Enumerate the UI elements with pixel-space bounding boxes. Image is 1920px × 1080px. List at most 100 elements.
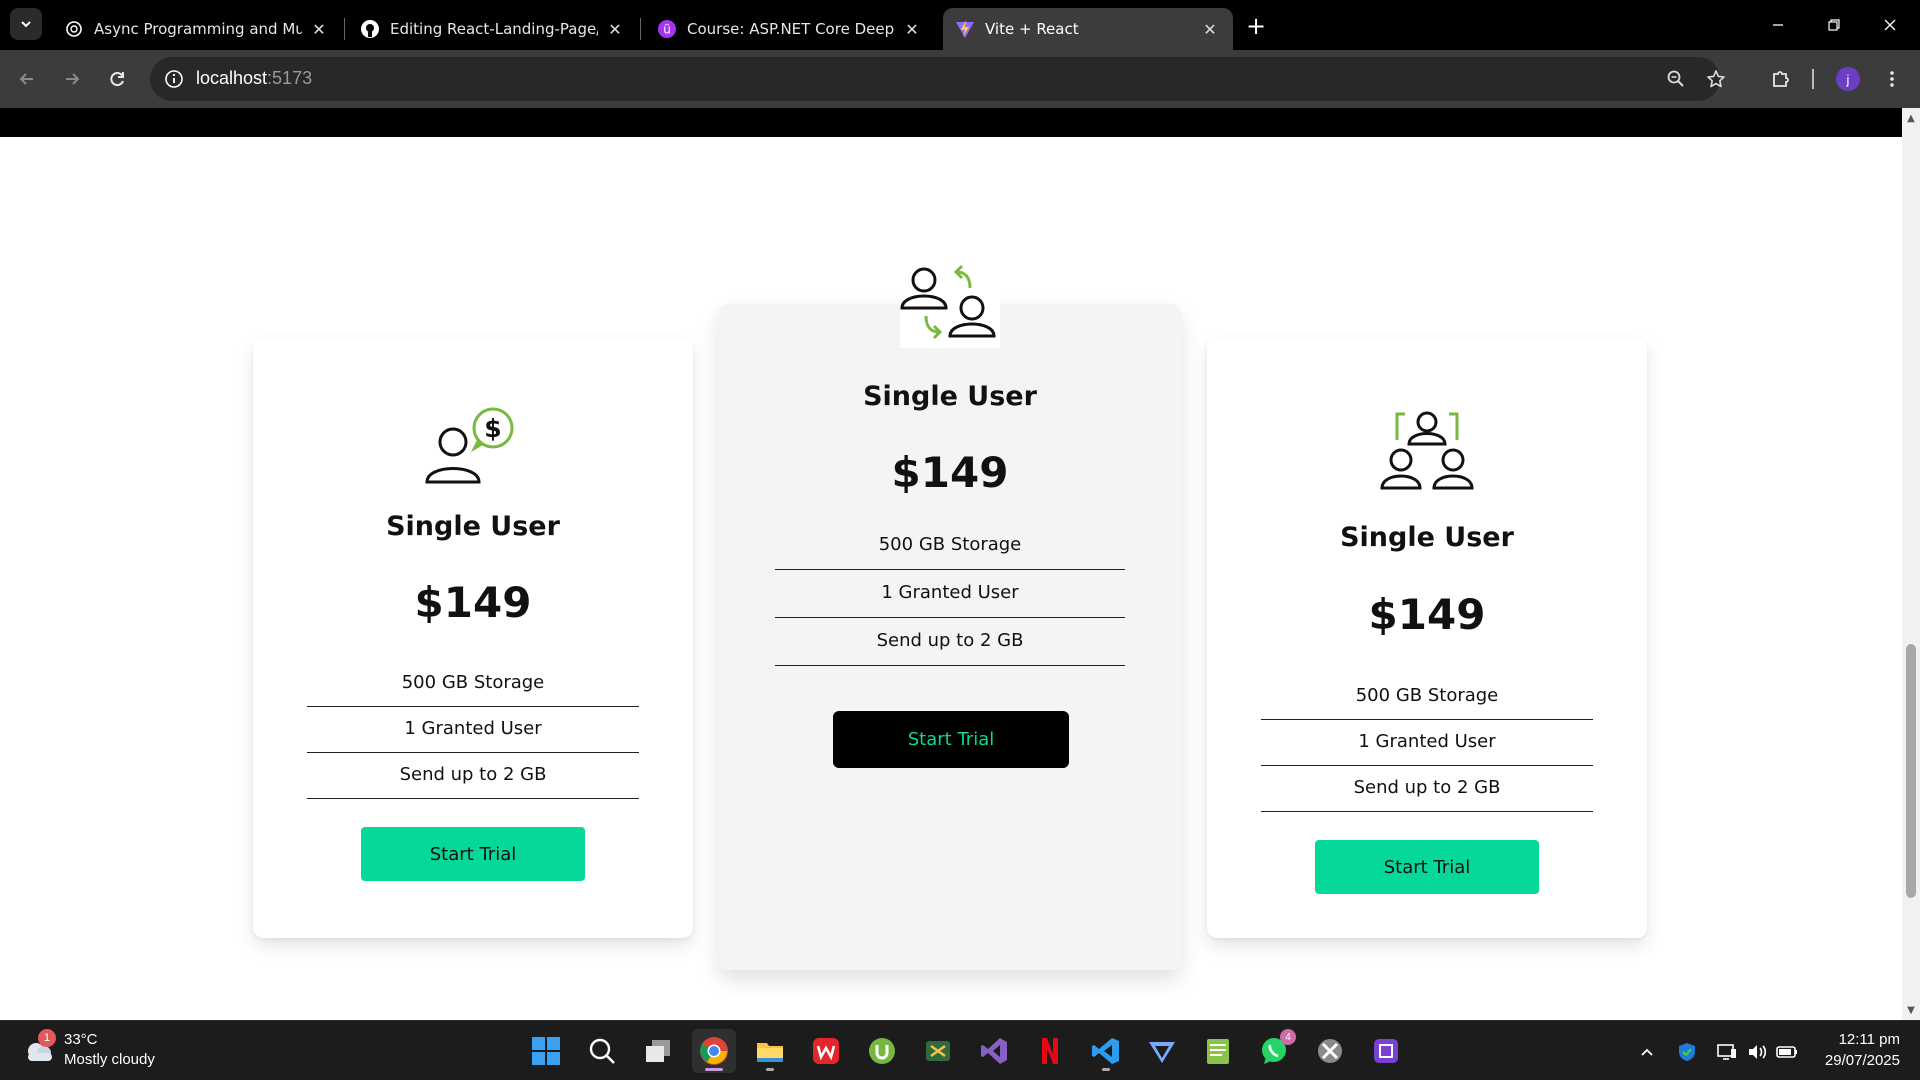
notepad-taskbar-app[interactable] [1196, 1029, 1240, 1073]
restore-button[interactable] [1806, 0, 1862, 50]
plan-price: $149 [1368, 590, 1486, 639]
pricing-card-3: Single User $149 500 GB Storage 1 Grante… [1207, 338, 1647, 938]
close-window-button[interactable] [1862, 0, 1918, 50]
pricing-card-1: $ Single User $149 500 GB Storage 1 Gran… [253, 338, 693, 938]
page-viewport: $ Single User $149 500 GB Storage 1 Gran… [0, 108, 1902, 1020]
task-view-button[interactable] [636, 1029, 680, 1073]
user-dollar-icon: $ [423, 406, 523, 486]
system-clock[interactable]: 12:11 pm 29/07/2025 [1800, 1029, 1900, 1071]
vite-icon [955, 19, 975, 39]
weather-temp: 33°C [64, 1031, 98, 1048]
url-port: :5173 [267, 68, 313, 88]
chevron-up-icon [1641, 1048, 1653, 1056]
defender-tray-icon[interactable] [1674, 1039, 1700, 1065]
chip-icon [1374, 1039, 1398, 1063]
feature-item: 1 Granted User [775, 570, 1125, 618]
chevron-down-icon [21, 21, 31, 28]
address-bar[interactable]: localhost:5173 [150, 57, 1725, 101]
scroll-down-arrow[interactable]: ▼ [1906, 1005, 1916, 1016]
volume-tray-icon[interactable] [1744, 1039, 1770, 1065]
minimize-button[interactable] [1750, 0, 1806, 50]
netflix-taskbar-app[interactable] [1028, 1029, 1072, 1073]
xbox-icon [1318, 1039, 1342, 1063]
svg-text:ü: ü [663, 23, 671, 37]
feature-item: Send up to 2 GB [307, 753, 639, 799]
tab-aspnet-course[interactable]: ü Course: ASP.NET Core Deep-Div ✕ [645, 8, 935, 50]
address-text[interactable]: localhost:5173 [196, 68, 312, 89]
chip-app-taskbar-app[interactable] [1364, 1029, 1408, 1073]
tab-title: Vite + React [985, 20, 1079, 38]
battery-tray-icon[interactable] [1774, 1039, 1800, 1065]
chrome-taskbar-app[interactable] [692, 1029, 736, 1073]
visual-studio-taskbar-app[interactable] [972, 1029, 1016, 1073]
tab-editing-readme[interactable]: Editing React-Landing-Page/RE ✕ [348, 8, 638, 50]
netflix-icon [1042, 1038, 1058, 1064]
scroll-thumb[interactable] [1906, 644, 1916, 898]
start-trial-button[interactable]: Start Trial [833, 711, 1069, 768]
start-trial-button[interactable]: Start Trial [361, 827, 585, 881]
xbox-taskbar-app[interactable] [1308, 1029, 1352, 1073]
back-button[interactable] [10, 62, 44, 96]
tab-vite-react[interactable]: Vite + React ✕ [943, 8, 1233, 50]
feature-item: Send up to 2 GB [775, 618, 1125, 666]
search-icon [589, 1038, 615, 1064]
running-indicator [1102, 1068, 1110, 1071]
show-hidden-icons[interactable] [1634, 1039, 1660, 1065]
close-icon[interactable]: ✕ [308, 18, 330, 40]
profile-avatar[interactable]: j [1836, 67, 1860, 91]
arrow-right-icon [66, 73, 80, 85]
forward-button[interactable] [55, 62, 89, 96]
monitor-icon [1717, 1044, 1736, 1060]
snipping-icon [926, 1041, 950, 1061]
network-tray-icon[interactable] [1714, 1039, 1740, 1065]
close-icon[interactable]: ✕ [604, 18, 626, 40]
tab-search-button[interactable] [10, 8, 42, 40]
whatsapp-taskbar-app[interactable]: 4 [1252, 1029, 1296, 1073]
plan-price: $149 [414, 578, 532, 627]
weather-widget[interactable]: 1 33°C Mostly cloudy [18, 1029, 218, 1073]
start-button[interactable] [524, 1029, 568, 1073]
search-button[interactable] [580, 1029, 624, 1073]
new-tab-button[interactable]: + [1242, 12, 1270, 40]
snipping-tool-taskbar-app[interactable] [916, 1029, 960, 1073]
site-info-icon[interactable] [162, 67, 186, 91]
close-icon[interactable]: ✕ [901, 18, 923, 40]
feature-item: 500 GB Storage [307, 661, 639, 707]
utorrent-taskbar-app[interactable] [860, 1029, 904, 1073]
vpn-icon [1149, 1042, 1175, 1063]
close-icon[interactable]: ✕ [1199, 18, 1221, 40]
reload-button[interactable] [100, 62, 134, 96]
start-trial-button[interactable]: Start Trial [1315, 840, 1539, 894]
extensions-button[interactable] [1764, 62, 1798, 96]
pricing-card-2: Single User $149 500 GB Storage 1 Grante… [719, 264, 1181, 970]
arrow-left-icon [19, 73, 33, 85]
wps-taskbar-app[interactable] [804, 1029, 848, 1073]
shield-icon [1679, 1043, 1695, 1061]
feature-item: 1 Granted User [1261, 720, 1593, 766]
toolbar-divider [1812, 69, 1814, 89]
tab-title: Editing React-Landing-Page/RE [390, 20, 598, 38]
url-host: localhost [196, 68, 268, 88]
tab-strip: Async Programming and Multit ✕ Editing R… [0, 0, 1920, 50]
zoom-icon[interactable] [1664, 67, 1688, 91]
running-indicator [766, 1068, 774, 1071]
bookmark-star-icon[interactable] [1704, 67, 1728, 91]
tab-separator [640, 18, 641, 40]
proton-vpn-taskbar-app[interactable] [1140, 1029, 1184, 1073]
team-icon [1379, 408, 1475, 494]
page-scrollbar[interactable]: ▲ ▼ [1902, 108, 1920, 1020]
clock-time: 12:11 pm [1838, 1031, 1900, 1048]
scroll-up-arrow[interactable]: ▲ [1906, 113, 1916, 124]
file-explorer-taskbar-app[interactable] [748, 1029, 792, 1073]
feature-item: Send up to 2 GB [1261, 766, 1593, 812]
task-view-icon [646, 1040, 670, 1062]
tab-async-programming[interactable]: Async Programming and Multit ✕ [52, 8, 342, 50]
reload-icon [110, 72, 124, 87]
menu-button[interactable] [1875, 62, 1909, 96]
feature-item: 1 Granted User [307, 707, 639, 753]
wps-icon [813, 1038, 839, 1064]
feature-list: 500 GB Storage 1 Granted User Send up to… [775, 522, 1125, 666]
github-icon [360, 19, 380, 39]
tab-separator [344, 18, 345, 40]
vscode-taskbar-app[interactable] [1084, 1029, 1128, 1073]
